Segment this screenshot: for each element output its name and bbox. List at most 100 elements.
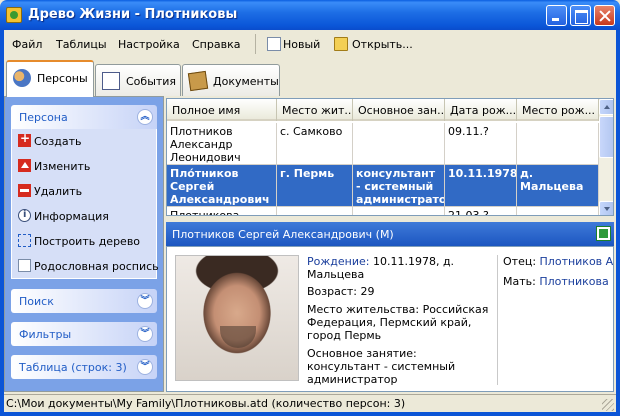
- title-bar[interactable]: Древо Жизни - Плотниковы: [0, 0, 620, 30]
- status-bar: C:\Мои документы\My Family\Плотниковы.at…: [4, 394, 616, 412]
- age-info: Возраст: 29: [307, 285, 375, 298]
- column-header-occupation[interactable]: Основное зан...: [353, 99, 445, 121]
- menu-help[interactable]: Справка: [192, 38, 240, 51]
- person-group-title: Персона: [19, 111, 68, 124]
- tab-events[interactable]: События: [95, 64, 181, 96]
- info-icon: [18, 209, 31, 222]
- tree-icon: [18, 234, 31, 247]
- column-header-name[interactable]: Полное имя: [167, 99, 277, 121]
- info-label: Информация: [34, 210, 109, 223]
- column-header-birth-place[interactable]: Место рож...: [517, 99, 599, 121]
- documents-icon: [187, 70, 209, 92]
- tab-persons[interactable]: Персоны: [6, 60, 94, 97]
- window-border-bottom: [0, 412, 620, 416]
- new-file-icon[interactable]: [267, 37, 281, 51]
- create-label: Создать: [34, 135, 82, 148]
- calendar-icon: [102, 72, 120, 90]
- export-icon[interactable]: [596, 226, 611, 241]
- status-text: C:\Мои документы\My Family\Плотниковы.at…: [6, 397, 406, 410]
- task-panel: Персона ︽ Создать Изменить Удалить Инфор…: [4, 96, 164, 392]
- menu-file[interactable]: Файл: [12, 38, 42, 51]
- persons-table[interactable]: Полное имя Место жит... Основное зан... …: [166, 98, 614, 216]
- pedigree-label: Родословная роспись: [34, 260, 159, 273]
- table-group-title: Таблица (строк: 3): [19, 361, 127, 374]
- open-button[interactable]: Открыть...: [352, 38, 413, 51]
- menu-tables[interactable]: Таблицы: [56, 38, 107, 51]
- cell-residence: [277, 207, 353, 215]
- edit-label: Изменить: [34, 160, 91, 173]
- chevron-down-icon[interactable]: ︾: [137, 293, 153, 309]
- cell-residence: г. Пермь: [277, 165, 353, 207]
- person-group-body: Создать Изменить Удалить Информация Пост…: [11, 129, 159, 279]
- open-folder-icon[interactable]: [334, 37, 348, 51]
- scroll-down-button[interactable]: [599, 201, 613, 215]
- persons-icon: [13, 69, 31, 87]
- filters-group-header[interactable]: Фильтры ︾: [11, 322, 157, 346]
- table-row[interactable]: Плотникова Галина 21.03.?: [167, 207, 599, 215]
- table-row[interactable]: Плотников Александр Леонидович с. Самков…: [167, 123, 599, 165]
- tab-documents-label: Документы: [213, 75, 279, 88]
- mother-link[interactable]: Плотникова Гал: [539, 275, 613, 288]
- maximize-button[interactable]: [570, 5, 591, 26]
- detail-panel: Рождение: 10.11.1978, д. Мальцева Возрас…: [166, 246, 614, 392]
- table-header: Полное имя Место жит... Основное зан... …: [167, 99, 599, 121]
- cell-name: Пло́тников Сергей Александрович: [167, 165, 277, 207]
- add-icon: [18, 131, 31, 147]
- column-header-birth-date[interactable]: Дата рож...: [445, 99, 517, 121]
- tab-events-label: События: [126, 75, 177, 88]
- father-info: Отец: Плотников Алек: [503, 255, 613, 268]
- table-group-header[interactable]: Таблица (строк: 3) ︾: [11, 355, 157, 379]
- cell-birth-date: 21.03.?: [445, 207, 517, 215]
- occupation-info: Основное занятие: консультант - системны…: [307, 347, 456, 386]
- cell-name: Плотникова Галина: [167, 207, 277, 215]
- edit-icon: [18, 159, 31, 172]
- menu-bar: Файл Таблицы Настройка Справка Новый Отк…: [4, 30, 616, 58]
- cell-birth-place: [517, 207, 599, 215]
- birth-label: Рождение:: [307, 255, 370, 268]
- residence-info: Место жительства: Российская Федерация, …: [307, 303, 489, 342]
- detail-title: Плотников Сергей Александрович (М): [172, 228, 394, 241]
- delete-label: Удалить: [34, 185, 83, 198]
- detail-header: Плотников Сергей Александрович (М): [166, 222, 614, 246]
- menu-settings[interactable]: Настройка: [118, 38, 180, 51]
- delete-icon: [18, 184, 31, 197]
- photo-beard-shape: [220, 326, 256, 348]
- father-label: Отец:: [503, 255, 537, 268]
- toolbar-separator: [255, 34, 256, 54]
- cell-occupation: консультант - системный администратор: [353, 165, 445, 207]
- cell-name: Плотников Александр Леонидович: [167, 123, 277, 165]
- new-button[interactable]: Новый: [283, 38, 320, 51]
- detail-separator: [497, 255, 498, 385]
- filters-group-title: Фильтры: [19, 328, 72, 341]
- resize-grip-icon[interactable]: [602, 399, 614, 411]
- mother-label: Мать:: [503, 275, 536, 288]
- cell-occupation: [353, 123, 445, 165]
- window-border-right: [616, 30, 620, 416]
- document-icon: [18, 259, 31, 272]
- father-link[interactable]: Плотников Алек: [540, 255, 613, 268]
- minimize-button[interactable]: [546, 5, 567, 26]
- chevron-down-icon[interactable]: ︾: [137, 359, 153, 375]
- tab-strip: Персоны События Документы: [4, 58, 616, 97]
- birth-info: Рождение: 10.11.1978, д. Мальцева: [307, 255, 493, 281]
- cell-birth-place: [517, 123, 599, 165]
- search-group-header[interactable]: Поиск ︾: [11, 289, 157, 313]
- table-row-selected[interactable]: Пло́тников Сергей Александрович г. Пермь…: [167, 165, 599, 207]
- window-title: Древо Жизни - Плотниковы: [28, 7, 238, 22]
- close-button[interactable]: [594, 5, 615, 26]
- build-tree-label: Построить дерево: [34, 235, 141, 248]
- scroll-thumb[interactable]: [599, 116, 613, 158]
- cell-birth-date: 10.11.1978: [445, 165, 517, 207]
- vertical-scrollbar[interactable]: [599, 99, 613, 215]
- search-group-title: Поиск: [19, 295, 54, 308]
- cell-occupation: [353, 207, 445, 215]
- chevron-down-icon[interactable]: ︾: [137, 326, 153, 342]
- scroll-up-button[interactable]: [599, 99, 613, 115]
- column-header-residence[interactable]: Место жит...: [277, 99, 353, 121]
- cell-residence: с. Самково: [277, 123, 353, 165]
- tab-documents[interactable]: Документы: [182, 64, 280, 96]
- person-group-header[interactable]: Персона ︽: [11, 105, 157, 129]
- cell-birth-place: д. Мальцева: [517, 165, 599, 207]
- chevron-up-icon[interactable]: ︽: [137, 109, 153, 125]
- mother-info: Мать: Плотникова Гал: [503, 275, 613, 288]
